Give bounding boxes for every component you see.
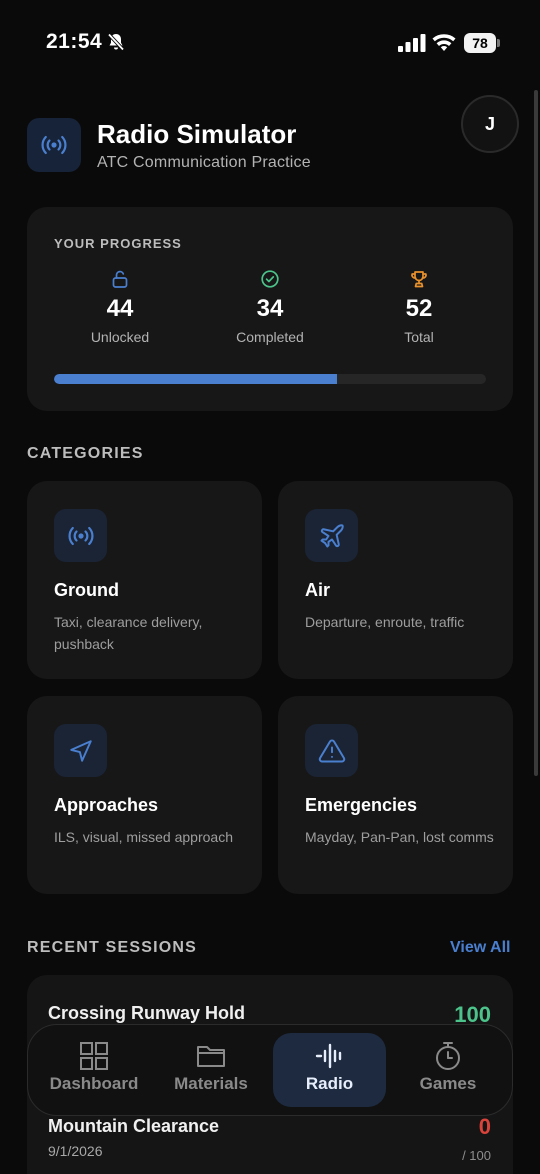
nav-label: Dashboard bbox=[49, 1074, 139, 1093]
progress-label: YOUR PROGRESS bbox=[54, 236, 182, 251]
check-circle-icon bbox=[261, 270, 279, 288]
category-card-approaches[interactable]: Approaches ILS, visual, missed approach bbox=[27, 696, 262, 894]
dashboard-grid-icon bbox=[80, 1042, 108, 1070]
stat-value: 34 bbox=[256, 295, 284, 322]
category-icon-box bbox=[54, 724, 107, 777]
session-name: Crossing Runway Hold bbox=[48, 1003, 246, 1023]
audio-bars-icon bbox=[315, 1043, 341, 1069]
category-title: Emergencies bbox=[305, 795, 418, 815]
stat-value: 44 bbox=[106, 295, 134, 322]
session-score: 0 bbox=[478, 1114, 491, 1139]
wifi-icon bbox=[432, 34, 456, 51]
category-card-air[interactable]: Air Departure, enroute, traffic bbox=[278, 481, 513, 679]
stat-completed: 34 Completed bbox=[200, 269, 340, 345]
app-logo bbox=[27, 118, 81, 172]
nav-games[interactable]: Games bbox=[392, 1033, 504, 1107]
category-description: Departure, enroute, traffic bbox=[305, 614, 465, 630]
status-bar: 21:54 78 bbox=[0, 0, 540, 88]
status-time: 21:54 bbox=[46, 30, 103, 53]
airplane-icon bbox=[320, 523, 344, 547]
bell-muted-icon bbox=[107, 33, 125, 51]
navigation-arrow-icon bbox=[69, 739, 92, 762]
stat-unlocked: 44 Unlocked bbox=[50, 269, 190, 345]
category-description: Taxi, clearance delivery, pushback bbox=[54, 614, 203, 652]
category-card-emergencies[interactable]: Emergencies Mayday, Pan-Pan, lost comms bbox=[278, 696, 513, 894]
nav-radio[interactable]: Radio bbox=[273, 1033, 386, 1107]
trophy-icon bbox=[411, 271, 427, 288]
nav-materials[interactable]: Materials bbox=[155, 1033, 267, 1107]
category-icon-box bbox=[54, 509, 107, 562]
battery-indicator: 78 bbox=[464, 33, 500, 53]
avatar-initial: J bbox=[484, 113, 495, 134]
folder-icon bbox=[197, 1046, 225, 1067]
nav-label: Radio bbox=[305, 1074, 354, 1093]
category-icon-box bbox=[305, 724, 358, 777]
radio-waves-icon bbox=[41, 135, 67, 155]
category-icon-box bbox=[305, 509, 358, 562]
category-description: Mayday, Pan-Pan, lost comms bbox=[305, 829, 494, 845]
nav-dashboard[interactable]: Dashboard bbox=[38, 1033, 150, 1107]
nav-label: Materials bbox=[174, 1074, 248, 1093]
page-subtitle: ATC Communication Practice bbox=[97, 154, 311, 171]
unlock-icon bbox=[112, 270, 128, 288]
category-title: Ground bbox=[54, 580, 119, 600]
battery-tip bbox=[497, 39, 500, 47]
view-all-link[interactable]: View All bbox=[450, 939, 510, 957]
radio-waves-icon bbox=[68, 526, 93, 545]
warning-triangle-icon bbox=[318, 738, 345, 762]
scrollbar[interactable] bbox=[534, 90, 538, 776]
progress-bar-fill bbox=[54, 374, 337, 384]
stat-label: Total bbox=[404, 329, 434, 345]
category-title: Air bbox=[305, 580, 331, 600]
page-title: Radio Simulator bbox=[97, 119, 297, 149]
category-card-ground[interactable]: Ground Taxi, clearance delivery, pushbac… bbox=[27, 481, 262, 679]
bottom-nav: Dashboard Materials Radio Games bbox=[27, 1024, 513, 1116]
stat-value: 52 bbox=[405, 295, 433, 322]
session-name: Mountain Clearance bbox=[48, 1116, 220, 1136]
battery-level: 78 bbox=[464, 33, 496, 53]
nav-label: Games bbox=[419, 1074, 477, 1093]
stat-label: Unlocked bbox=[90, 329, 150, 345]
session-max-score: / 100 bbox=[462, 1148, 491, 1163]
session-date: 9/1/2026 bbox=[48, 1143, 103, 1159]
recent-sessions-title: RECENT SESSIONS bbox=[27, 939, 198, 956]
categories-title: CATEGORIES bbox=[27, 445, 144, 462]
progress-bar bbox=[54, 374, 486, 384]
stat-label: Completed bbox=[236, 329, 304, 345]
stat-total: 52 Total bbox=[349, 269, 489, 345]
category-description: ILS, visual, missed approach bbox=[54, 829, 233, 845]
progress-card: YOUR PROGRESS 44 Unlocked 34 Completed 5… bbox=[27, 207, 513, 411]
stopwatch-icon bbox=[436, 1042, 460, 1070]
cellular-signal-icon bbox=[398, 34, 426, 52]
avatar[interactable]: J bbox=[461, 95, 519, 153]
category-title: Approaches bbox=[54, 795, 159, 815]
